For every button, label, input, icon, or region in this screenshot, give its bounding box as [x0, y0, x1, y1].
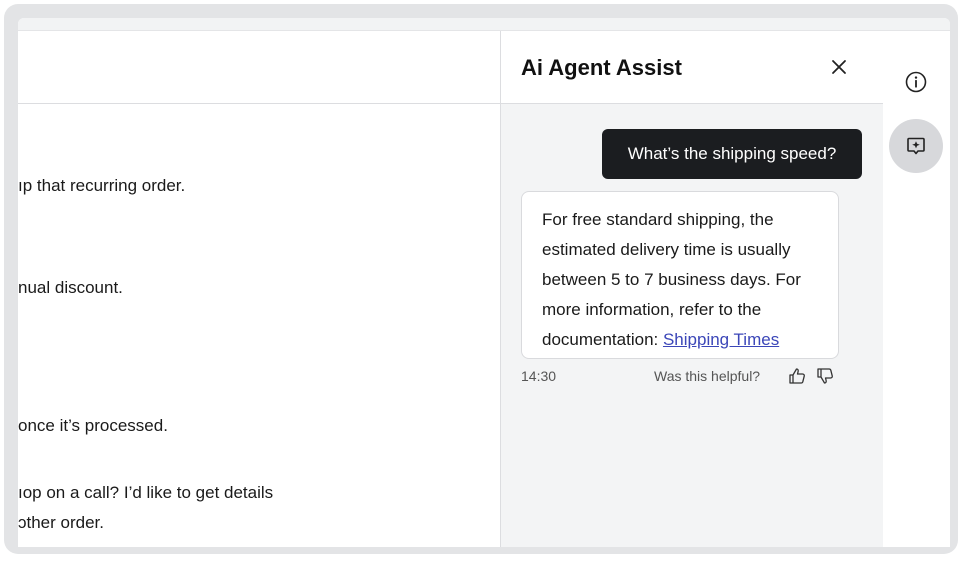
panel-title: Ai Agent Assist — [521, 55, 682, 80]
conversation-pane: ıp that recurring order. nual discount. … — [18, 31, 500, 547]
close-icon — [832, 60, 846, 74]
agent-assist-icon — [907, 137, 925, 155]
conversation-message-line: ıop on a call? I’d like to get details — [18, 483, 274, 502]
response-timestamp: 14:30 — [521, 368, 557, 384]
thumbs-up-button[interactable] — [787, 366, 807, 386]
conversation-message-line: ɔther order. — [18, 513, 104, 532]
app-window: ıp that recurring order. nual discount. … — [18, 18, 950, 547]
assistant-response-card: For free standard shipping, the estimate… — [521, 191, 839, 359]
user-message-text: What’s the shipping speed? — [627, 144, 837, 163]
thumbs-down-icon — [817, 368, 833, 384]
app-frame: ıp that recurring order. nual discount. … — [4, 4, 958, 554]
thumbs-down-button[interactable] — [815, 366, 835, 386]
shipping-times-link[interactable]: Shipping Times — [663, 330, 779, 349]
helpful-prompt: Was this helpful? — [654, 368, 761, 384]
window-top-strip — [18, 18, 950, 31]
info-button[interactable] — [897, 63, 935, 101]
agent-assist-header: Ai Agent Assist — [501, 31, 883, 104]
conversation-message-line: nual discount. — [18, 278, 123, 297]
info-icon — [905, 71, 927, 93]
conversation-header — [18, 31, 500, 104]
conversation-message-line: once it’s processed. — [18, 416, 168, 435]
response-text: For free standard shipping, the estimate… — [542, 210, 801, 349]
close-button[interactable] — [821, 49, 857, 85]
response-meta-row: 14:30 Was this helpful? — [521, 366, 839, 388]
user-message-bubble: What’s the shipping speed? — [602, 129, 862, 179]
right-rail — [883, 31, 950, 547]
agent-assist-panel: Ai Agent Assist What’s the shipping spee… — [500, 31, 884, 547]
thumbs-up-icon — [789, 368, 805, 384]
conversation-message-line: ıp that recurring order. — [18, 176, 186, 195]
agent-assist-rail-button[interactable] — [889, 119, 943, 173]
